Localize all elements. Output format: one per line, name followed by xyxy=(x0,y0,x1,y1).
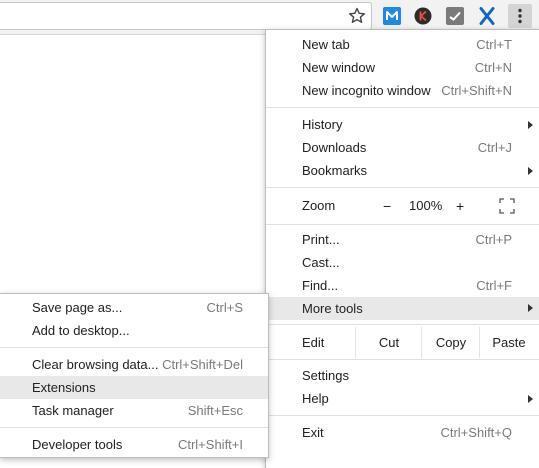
menu-item-shortcut: Ctrl+N xyxy=(474,60,512,75)
menu-item-downloads[interactable]: Downloads Ctrl+J xyxy=(266,137,539,159)
menu-item-label: Add to desktop... xyxy=(32,323,130,338)
submenu-item-developer-tools[interactable]: Developer tools Ctrl+Shift+I xyxy=(0,434,268,456)
submenu-arrow-icon xyxy=(528,304,533,312)
zoom-label: Zoom xyxy=(302,198,336,213)
check-extension-icon[interactable] xyxy=(446,7,464,25)
menu-item-settings[interactable]: Settings xyxy=(266,365,539,387)
menu-item-shortcut: Ctrl+S xyxy=(206,300,243,315)
submenu-arrow-icon xyxy=(528,121,533,129)
submenu-item-clear-browsing-data[interactable]: Clear browsing data... Ctrl+Shift+Del xyxy=(0,354,268,376)
menu-item-shortcut: Ctrl+Shift+Del xyxy=(162,357,243,372)
menu-separator xyxy=(0,427,268,428)
menu-item-label: New tab xyxy=(302,37,350,52)
star-icon[interactable] xyxy=(347,6,367,26)
kebab-menu-icon xyxy=(518,8,522,24)
menu-item-label: Find... xyxy=(302,278,339,293)
menu-item-shortcut: Shift+Esc xyxy=(187,403,243,418)
submenu-arrow-icon xyxy=(528,395,533,403)
menu-item-label: Task manager xyxy=(32,403,114,418)
menu-item-print[interactable]: Print... Ctrl+P xyxy=(266,229,539,251)
menu-item-label: Settings xyxy=(302,368,349,383)
menu-item-label: Developer tools xyxy=(32,437,123,452)
menu-item-shortcut: Ctrl+T xyxy=(476,37,512,52)
zoom-out-button[interactable]: − xyxy=(383,191,391,221)
menu-item-find[interactable]: Find... Ctrl+F xyxy=(266,275,539,297)
menu-item-label: Save page as... xyxy=(32,300,123,315)
menu-separator xyxy=(266,415,539,416)
menu-separator xyxy=(0,347,268,348)
cut-button[interactable]: Cut xyxy=(355,327,422,358)
menu-item-exit[interactable]: Exit Ctrl+Shift+Q xyxy=(266,422,539,444)
more-tools-submenu: Save page as... Ctrl+S Add to desktop...… xyxy=(0,293,269,458)
submenu-item-task-manager[interactable]: Task manager Shift+Esc xyxy=(0,400,268,422)
menu-separator xyxy=(266,224,539,225)
menu-item-more-tools[interactable]: More tools xyxy=(266,297,539,320)
submenu-item-add-to-desktop[interactable]: Add to desktop... xyxy=(0,320,268,342)
menu-item-new-window[interactable]: New window Ctrl+N xyxy=(266,57,539,79)
menu-item-shortcut: Ctrl+Shift+I xyxy=(177,437,243,452)
menu-item-cast[interactable]: Cast... xyxy=(266,252,539,274)
menu-item-new-incognito-window[interactable]: New incognito window Ctrl+Shift+N xyxy=(266,80,539,102)
edit-label: Edit xyxy=(302,335,325,350)
menu-item-label: Clear browsing data... xyxy=(32,357,159,372)
menu-separator xyxy=(266,187,539,188)
kebab-menu-button[interactable] xyxy=(508,4,532,28)
zoom-level: 100% xyxy=(409,198,443,213)
menu-item-label: More tools xyxy=(302,301,363,316)
menu-item-label: Help xyxy=(302,391,329,406)
k-extension-icon[interactable] xyxy=(414,7,432,25)
menu-item-label: Extensions xyxy=(32,380,96,395)
menu-item-shortcut: Ctrl+F xyxy=(476,278,512,293)
menu-item-shortcut: Ctrl+Shift+Q xyxy=(440,425,512,440)
menu-item-label: New incognito window xyxy=(302,83,431,98)
menu-item-label: Cast... xyxy=(302,255,340,270)
menu-separator xyxy=(266,107,539,108)
menu-item-label: Downloads xyxy=(302,140,367,155)
menu-item-shortcut: Ctrl+J xyxy=(477,140,512,155)
edit-row: Edit Cut Copy Paste xyxy=(266,327,539,358)
submenu-arrow-icon xyxy=(528,167,533,175)
menu-item-label: History xyxy=(302,117,343,132)
menu-item-label: Exit xyxy=(302,425,324,440)
menu-separator xyxy=(266,359,539,360)
menu-item-shortcut: Ctrl+P xyxy=(475,232,512,247)
menu-item-shortcut: Ctrl+Shift+N xyxy=(441,83,512,98)
menu-separator xyxy=(266,324,539,325)
zoom-row: Zoom − 100% + xyxy=(266,191,539,221)
x-extension-icon[interactable] xyxy=(478,7,496,25)
address-bar[interactable] xyxy=(0,2,372,30)
fullscreen-icon[interactable] xyxy=(499,198,515,214)
m-extension-icon[interactable] xyxy=(383,7,401,25)
chrome-main-menu: New tab Ctrl+T New window Ctrl+N New inc… xyxy=(265,29,539,468)
menu-item-label: New window xyxy=(302,60,375,75)
paste-button[interactable]: Paste xyxy=(479,327,538,358)
menu-item-history[interactable]: History xyxy=(266,114,539,136)
menu-item-bookmarks[interactable]: Bookmarks xyxy=(266,160,539,182)
copy-button[interactable]: Copy xyxy=(421,327,480,358)
submenu-item-save-page[interactable]: Save page as... Ctrl+S xyxy=(0,297,268,319)
menu-item-help[interactable]: Help xyxy=(266,388,539,410)
menu-item-label: Bookmarks xyxy=(302,163,368,178)
menu-item-label: Print... xyxy=(302,232,340,247)
menu-item-new-tab[interactable]: New tab Ctrl+T xyxy=(266,34,539,56)
zoom-in-button[interactable]: + xyxy=(456,191,464,221)
submenu-item-extensions[interactable]: Extensions xyxy=(0,376,268,399)
